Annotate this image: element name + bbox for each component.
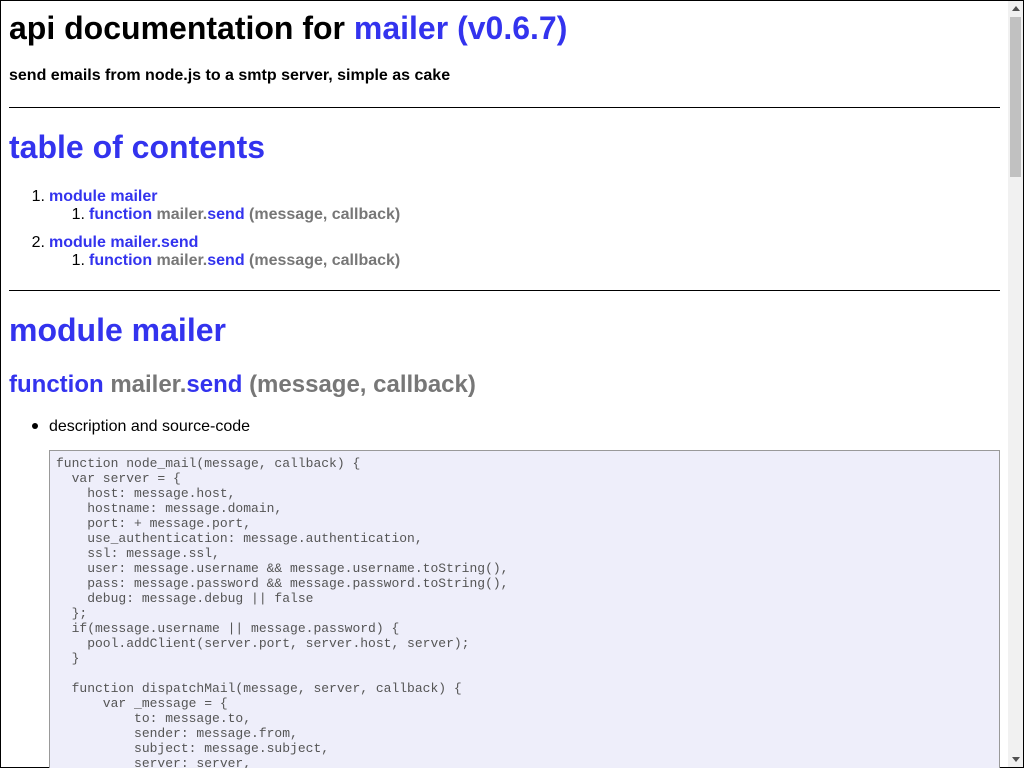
divider — [9, 107, 1000, 108]
divider — [9, 290, 1000, 291]
scroll-up-arrow-icon[interactable] — [1008, 1, 1023, 16]
toc-link-module-mailer-send[interactable]: module mailer.send — [49, 234, 198, 251]
page-title-prefix: api documentation for — [9, 10, 354, 46]
toc-link-function-mailer-send[interactable]: function mailer.send (message, callback) — [89, 206, 400, 223]
package-link[interactable]: mailer (v0.6.7) — [354, 10, 567, 46]
bullet-label: description and source-code — [49, 418, 251, 435]
page-title: api documentation for mailer (v0.6.7) — [9, 12, 567, 44]
toc-subitem-number: 1. — [71, 252, 85, 269]
toc-link-module-mailer[interactable]: module mailer — [49, 188, 157, 205]
scroll-down-arrow-icon[interactable] — [1008, 752, 1023, 767]
toc-subitem-mailer-send: 1. function mailer.send (message, callbac… — [67, 252, 401, 270]
source-code-block: function node_mail(message, callback) { … — [49, 450, 1000, 768]
scrollbar-thumb[interactable] — [1010, 17, 1021, 177]
source-code: function node_mail(message, callback) { … — [56, 456, 509, 768]
function-heading: function mailer.send (message, callback) — [9, 371, 476, 398]
toc-item-number: 1. — [31, 188, 45, 205]
bullet-dot — [32, 422, 38, 429]
toc-link-function-mailer-send[interactable]: function mailer.send (message, callback) — [89, 252, 400, 269]
toc-subitem-mailer-send: 1. function mailer.send (message, callbac… — [67, 206, 401, 224]
toc-item-module-mailer-send: 2. module mailer.send — [27, 234, 199, 252]
toc-item-module-mailer: 1. module mailer — [27, 188, 158, 206]
document-page: api documentation for mailer (v0.6.7) se… — [9, 0, 1000, 768]
bullet-item: description and source-code — [32, 418, 250, 436]
vertical-scrollbar[interactable] — [1008, 1, 1023, 767]
toc-item-number: 2. — [31, 234, 45, 251]
page-subtitle: send emails from node.js to a smtp serve… — [9, 67, 451, 84]
toc-subitem-number: 1. — [71, 206, 85, 223]
toc-heading: table of contents — [9, 129, 266, 165]
module-heading: module mailer — [9, 312, 226, 348]
